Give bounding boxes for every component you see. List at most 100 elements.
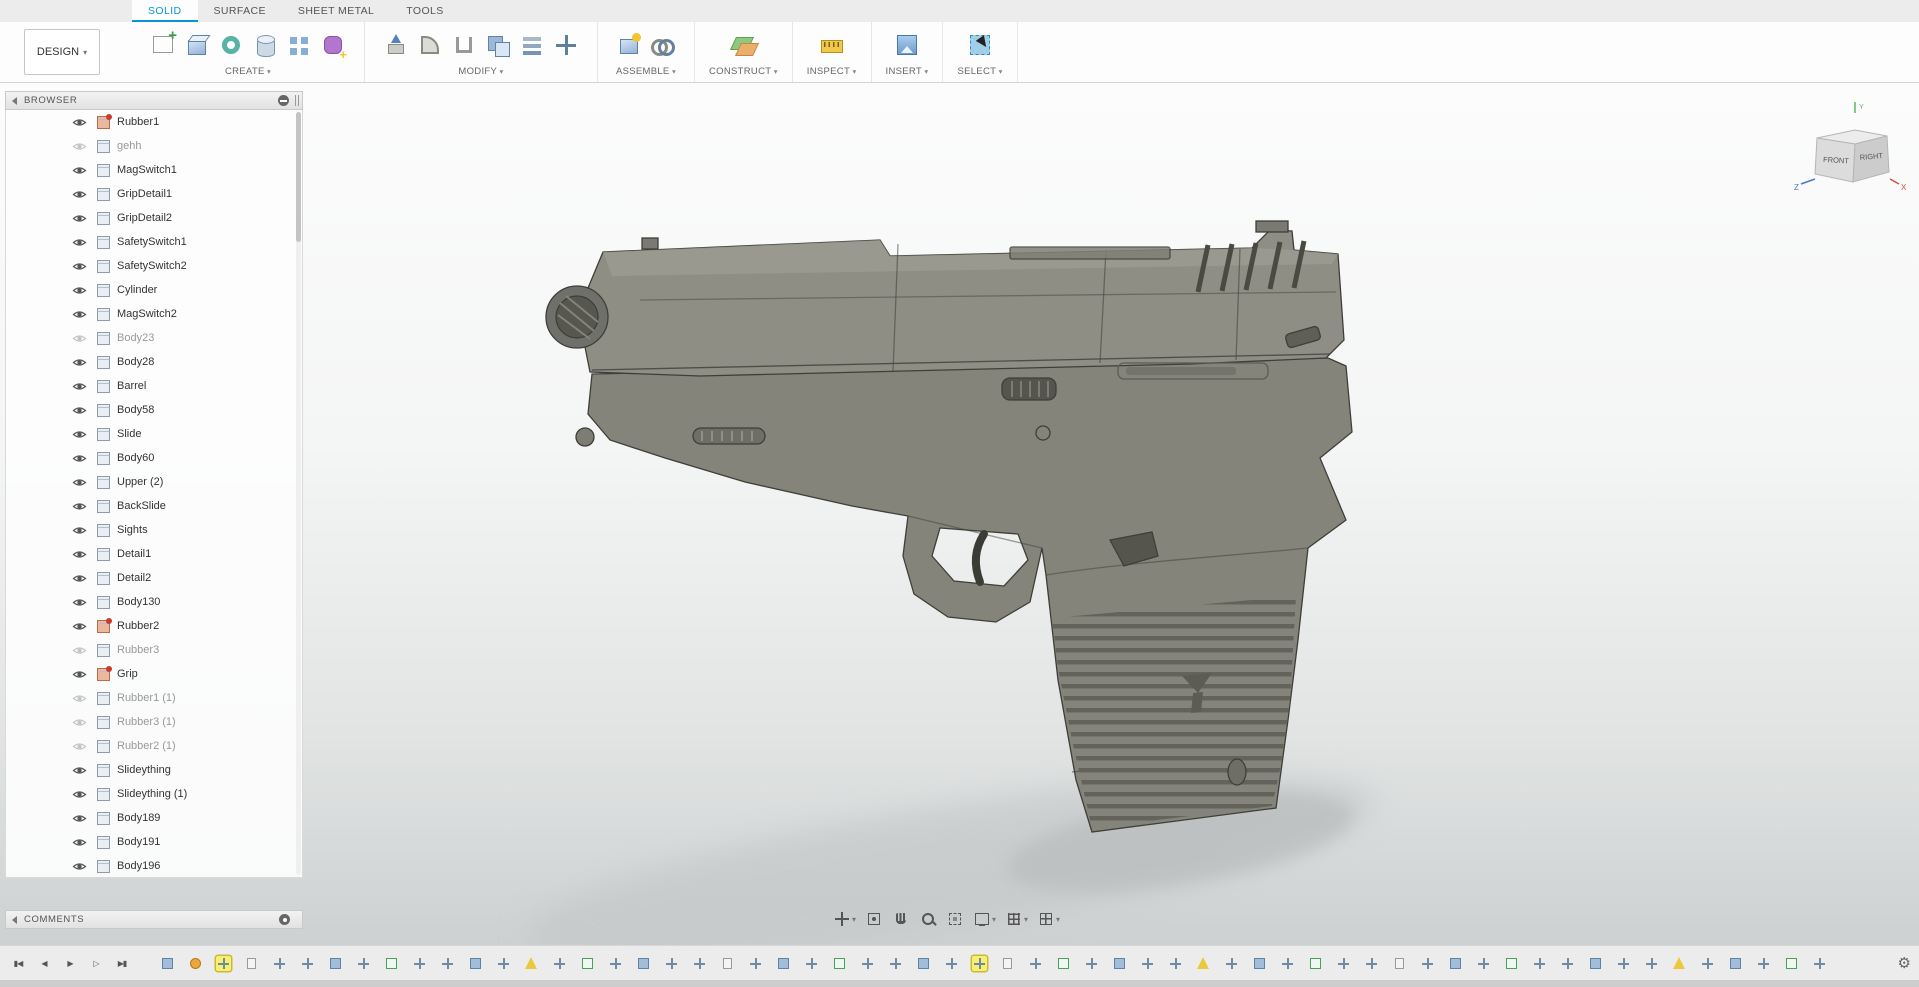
browser-item[interactable]: Rubber1 (1) [6, 686, 302, 710]
visibility-eye-icon[interactable] [72, 285, 88, 296]
browser-item[interactable]: Body189 [6, 806, 302, 830]
toolbar-icon[interactable] [517, 30, 547, 60]
timeline-feature-icon[interactable] [1056, 956, 1071, 971]
browser-item[interactable]: Body191 [6, 830, 302, 854]
timeline-feature-icon[interactable] [1448, 956, 1463, 971]
visibility-eye-icon[interactable] [72, 357, 88, 368]
visibility-eye-icon[interactable] [72, 189, 88, 200]
timeline-feature-icon[interactable] [1756, 956, 1771, 971]
timeline-feature-icon[interactable] [972, 956, 987, 971]
visibility-eye-icon[interactable] [72, 213, 88, 224]
navbar-icon[interactable] [1005, 910, 1028, 928]
browser-item[interactable]: Slideything (1) [6, 782, 302, 806]
navbar-icon[interactable] [1037, 910, 1060, 928]
visibility-eye-icon[interactable] [72, 165, 88, 176]
browser-item[interactable]: Rubber1 [6, 110, 302, 134]
visibility-eye-icon[interactable] [72, 237, 88, 248]
timeline-feature-icon[interactable] [1308, 956, 1323, 971]
toolbar-icon[interactable] [216, 30, 246, 60]
timeline-feature-icon[interactable] [524, 956, 539, 971]
timeline-feature-icon[interactable] [1392, 956, 1407, 971]
timeline-feature-icon[interactable] [1420, 956, 1435, 971]
browser-item[interactable]: gehh [6, 134, 302, 158]
browser-item[interactable]: Detail2 [6, 566, 302, 590]
timeline-feature-icon[interactable] [1588, 956, 1603, 971]
visibility-eye-icon[interactable] [72, 573, 88, 584]
browser-item[interactable]: Slideything [6, 758, 302, 782]
toolbar-tab[interactable]: TOOLS [390, 0, 459, 22]
timeline-feature-icon[interactable] [1084, 956, 1099, 971]
navbar-icon[interactable] [865, 910, 883, 928]
timeline-feature-icon[interactable] [160, 956, 175, 971]
visibility-eye-icon[interactable] [72, 261, 88, 272]
browser-item[interactable]: Slide [6, 422, 302, 446]
visibility-eye-icon[interactable] [72, 501, 88, 512]
timeline-feature-icon[interactable] [664, 956, 679, 971]
playback-button[interactable]: ◀ [34, 955, 54, 973]
design-menu-button[interactable]: DESIGN [24, 29, 100, 75]
visibility-eye-icon[interactable] [72, 477, 88, 488]
toolbar-icon[interactable] [148, 27, 178, 60]
browser-item[interactable]: SafetySwitch2 [6, 254, 302, 278]
browser-item[interactable]: Grip [6, 662, 302, 686]
timeline-feature-icon[interactable] [216, 956, 231, 971]
timeline-feature-icon[interactable] [496, 956, 511, 971]
timeline-feature-icon[interactable] [832, 956, 847, 971]
timeline-feature-icon[interactable] [1616, 956, 1631, 971]
visibility-eye-icon[interactable] [72, 141, 88, 152]
toolbar-icon[interactable] [648, 30, 678, 60]
browser-item[interactable]: Barrel [6, 374, 302, 398]
toolbar-icon[interactable] [284, 30, 314, 60]
browser-item[interactable]: BackSlide [6, 494, 302, 518]
toolbar-icon[interactable] [182, 30, 212, 60]
timeline-feature-icon[interactable] [1252, 956, 1267, 971]
view-cube[interactable]: Y FRONT RIGHT Z X [1793, 100, 1913, 195]
toolbar-icon[interactable] [318, 30, 348, 62]
timeline-feature-icon[interactable] [1140, 956, 1155, 971]
timeline-feature-icon[interactable] [1224, 956, 1239, 971]
timeline-feature-icon[interactable] [888, 956, 903, 971]
visibility-eye-icon[interactable] [72, 765, 88, 776]
visibility-eye-icon[interactable] [72, 645, 88, 656]
collapse-comments-icon[interactable] [12, 915, 17, 924]
timeline-feature-icon[interactable] [552, 956, 567, 971]
minimize-panel-icon[interactable] [278, 95, 289, 106]
group-label-assemble[interactable]: ASSEMBLE [616, 66, 676, 77]
toolbar-icon[interactable] [415, 30, 445, 60]
timeline-feature-icon[interactable] [804, 956, 819, 971]
timeline-feature-icon[interactable] [860, 956, 875, 971]
browser-item[interactable]: Rubber2 (1) [6, 734, 302, 758]
navbar-icon[interactable] [919, 910, 937, 928]
timeline-feature-icon[interactable] [944, 956, 959, 971]
timeline-feature-icon[interactable] [328, 956, 343, 971]
visibility-eye-icon[interactable] [72, 381, 88, 392]
visibility-eye-icon[interactable] [72, 549, 88, 560]
toolbar-tab[interactable]: SOLID [132, 0, 198, 22]
timeline-feature-icon[interactable] [692, 956, 707, 971]
timeline-feature-icon[interactable] [300, 956, 315, 971]
toolbar-icon[interactable] [965, 30, 995, 60]
browser-item[interactable]: Rubber3 (1) [6, 710, 302, 734]
visibility-eye-icon[interactable] [72, 693, 88, 704]
playback-button[interactable]: ▷ [86, 955, 106, 973]
timeline-feature-icon[interactable] [748, 956, 763, 971]
timeline-feature-icon[interactable] [1280, 956, 1295, 971]
browser-item[interactable]: GripDetail2 [6, 206, 302, 230]
timeline-feature-icon[interactable] [1000, 956, 1015, 971]
playback-button[interactable]: ▶ [60, 955, 80, 973]
timeline-feature-icon[interactable] [580, 956, 595, 971]
toolbar-icon[interactable] [728, 30, 758, 60]
browser-item[interactable]: Body23 [6, 326, 302, 350]
toolbar-icon[interactable] [551, 30, 581, 60]
navbar-icon[interactable] [833, 910, 856, 928]
visibility-eye-icon[interactable] [72, 717, 88, 728]
visibility-eye-icon[interactable] [72, 861, 88, 872]
toolbar-icon[interactable] [817, 30, 847, 60]
timeline-feature-icon[interactable] [1644, 956, 1659, 971]
timeline-feature-icon[interactable] [188, 956, 203, 971]
timeline-feature-icon[interactable] [1784, 956, 1799, 971]
group-label-insert[interactable]: INSERT [886, 66, 929, 77]
visibility-eye-icon[interactable] [72, 405, 88, 416]
timeline-feature-icon[interactable] [1364, 956, 1379, 971]
browser-item[interactable]: Rubber2 [6, 614, 302, 638]
